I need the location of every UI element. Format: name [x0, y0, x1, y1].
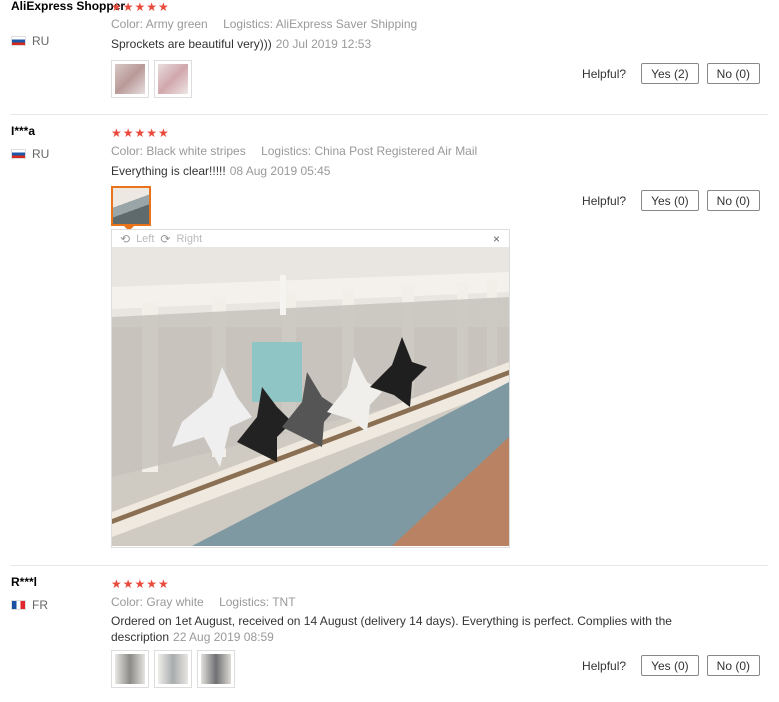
review-photo-thumbnail[interactable]: [154, 60, 192, 98]
review-date: 22 Aug 2019 08:59: [173, 630, 274, 644]
review-photos: [111, 650, 235, 688]
close-icon[interactable]: ×: [493, 232, 500, 246]
review-comment: Ordered on 1et August, received on 14 Au…: [111, 614, 672, 644]
star-rating: ★★★★★: [111, 577, 170, 591]
review-comment: Everything is clear!!!!! 08 Aug 2019 05:4…: [111, 164, 331, 178]
france-flag-icon: [11, 600, 26, 610]
review-photo-thumbnail[interactable]: [197, 650, 235, 688]
helpful-no-button[interactable]: No (0): [706, 655, 760, 676]
review-date: 20 Jul 2019 12:53: [275, 37, 372, 51]
helpful-votes: Helpful? Yes (2) No (0): [582, 63, 760, 84]
helpful-yes-button[interactable]: Yes (0): [641, 655, 699, 676]
helpful-yes-button[interactable]: Yes (0): [641, 190, 699, 211]
reviewer-country: RU: [11, 34, 49, 48]
rotate-left-button[interactable]: ⟲ Left: [120, 232, 154, 246]
helpful-yes-button[interactable]: Yes (2): [641, 63, 699, 84]
review-photo-thumbnail[interactable]: [154, 650, 192, 688]
crib-photo: [112, 247, 509, 546]
rotate-right-icon: ⟳: [160, 231, 171, 246]
review-photo-thumbnail[interactable]: [111, 650, 149, 688]
rotate-right-button[interactable]: ⟳ Right: [160, 232, 202, 246]
helpful-votes: Helpful? Yes (0) No (0): [582, 655, 760, 676]
helpful-votes: Helpful? Yes (0) No (0): [582, 190, 760, 211]
helpful-no-button[interactable]: No (0): [706, 190, 760, 211]
reviewer-country: RU: [11, 147, 49, 161]
photo-viewer-toolbar: ⟲ Left ⟳ Right: [112, 230, 509, 247]
russia-flag-icon: [11, 149, 26, 159]
reviewer-country: FR: [11, 598, 48, 612]
review-meta: Color: Gray white Logistics: TNT: [111, 595, 296, 609]
review-photo-thumbnail-selected[interactable]: [111, 186, 151, 226]
reviewer-name: R***l: [11, 575, 38, 589]
star-rating: ★★★★★: [111, 126, 170, 140]
review-meta: Color: Army green Logistics: AliExpress …: [111, 17, 418, 31]
review-divider: [11, 565, 768, 566]
review-date: 08 Aug 2019 05:45: [229, 164, 331, 178]
review-photo-large: [112, 247, 509, 546]
star-rating: ★★★★★: [111, 0, 170, 14]
reviewer-name: AliExpress Shopper: [11, 0, 126, 13]
review-photos: [111, 60, 192, 98]
review-photo-thumbnail[interactable]: [111, 60, 149, 98]
helpful-no-button[interactable]: No (0): [706, 63, 760, 84]
review-comment: Sprockets are beautiful very))) 20 Jul 20…: [111, 37, 372, 51]
review-divider: [11, 114, 768, 115]
review-meta: Color: Black white stripes Logistics: Ch…: [111, 144, 478, 158]
rotate-left-icon: ⟲: [120, 231, 131, 246]
russia-flag-icon: [11, 36, 26, 46]
reviewer-name: I***a: [11, 124, 36, 138]
photo-viewer: ⟲ Left ⟳ Right ×: [111, 229, 510, 548]
